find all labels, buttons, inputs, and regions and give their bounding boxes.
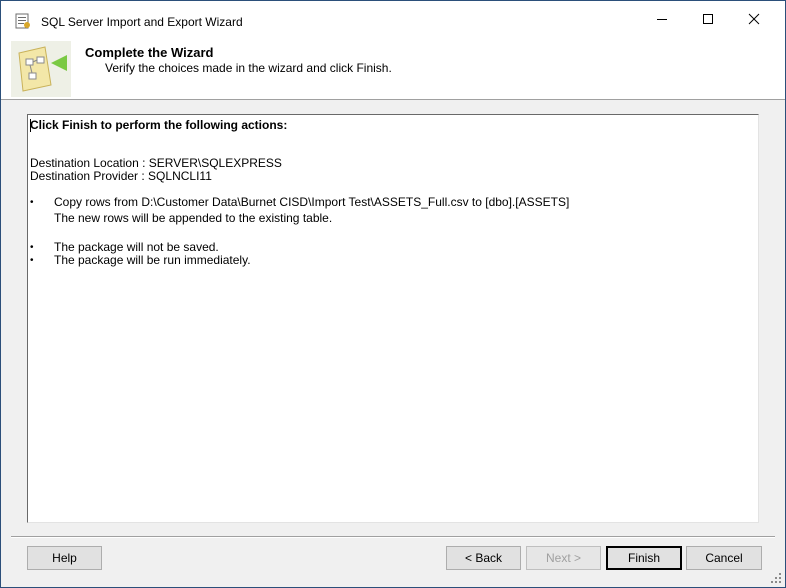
wizard-page-icon <box>11 41 71 97</box>
summary-textbox[interactable]: Click Finish to perform the following ac… <box>27 114 759 523</box>
next-button[interactable]: Next > <box>526 546 601 570</box>
window-title: SQL Server Import and Export Wizard <box>41 15 243 29</box>
maximize-button[interactable] <box>685 1 731 37</box>
wizard-header: Complete the Wizard Verify the choices m… <box>1 37 785 100</box>
close-button[interactable] <box>731 1 777 37</box>
wizard-window: SQL Server Import and Export Wizard Comp… <box>0 0 786 588</box>
title-bar[interactable]: SQL Server Import and Export Wizard <box>1 1 785 37</box>
cancel-button[interactable]: Cancel <box>686 546 762 570</box>
minimize-button[interactable] <box>639 1 685 37</box>
close-icon <box>748 13 760 25</box>
action-run-immediately: The package will be run immediately. <box>54 253 251 267</box>
maximize-icon <box>703 14 713 24</box>
bullet-icon: • <box>30 197 34 208</box>
action-package-not-saved: The package will not be saved. <box>54 240 219 254</box>
footer-separator <box>11 536 775 538</box>
back-button[interactable]: < Back <box>446 546 521 570</box>
page-subtitle: Verify the choices made in the wizard an… <box>105 61 392 75</box>
help-button[interactable]: Help <box>27 546 102 570</box>
resize-grip-icon[interactable] <box>770 572 782 584</box>
minimize-icon <box>657 19 667 20</box>
wizard-app-icon <box>15 13 30 29</box>
finish-button[interactable]: Finish <box>606 546 682 570</box>
destination-provider: Destination Provider : SQLNCLI11 <box>30 169 212 183</box>
summary-heading: Click Finish to perform the following ac… <box>30 118 288 132</box>
page-title: Complete the Wizard <box>85 45 214 60</box>
bullet-icon: • <box>30 242 34 253</box>
destination-location: Destination Location : SERVER\SQLEXPRESS <box>30 156 282 170</box>
action-copy-rows: Copy rows from D:\Customer Data\Burnet C… <box>54 195 570 209</box>
bullet-icon: • <box>30 255 34 266</box>
action-copy-rows-detail: The new rows will be appended to the exi… <box>54 211 333 225</box>
